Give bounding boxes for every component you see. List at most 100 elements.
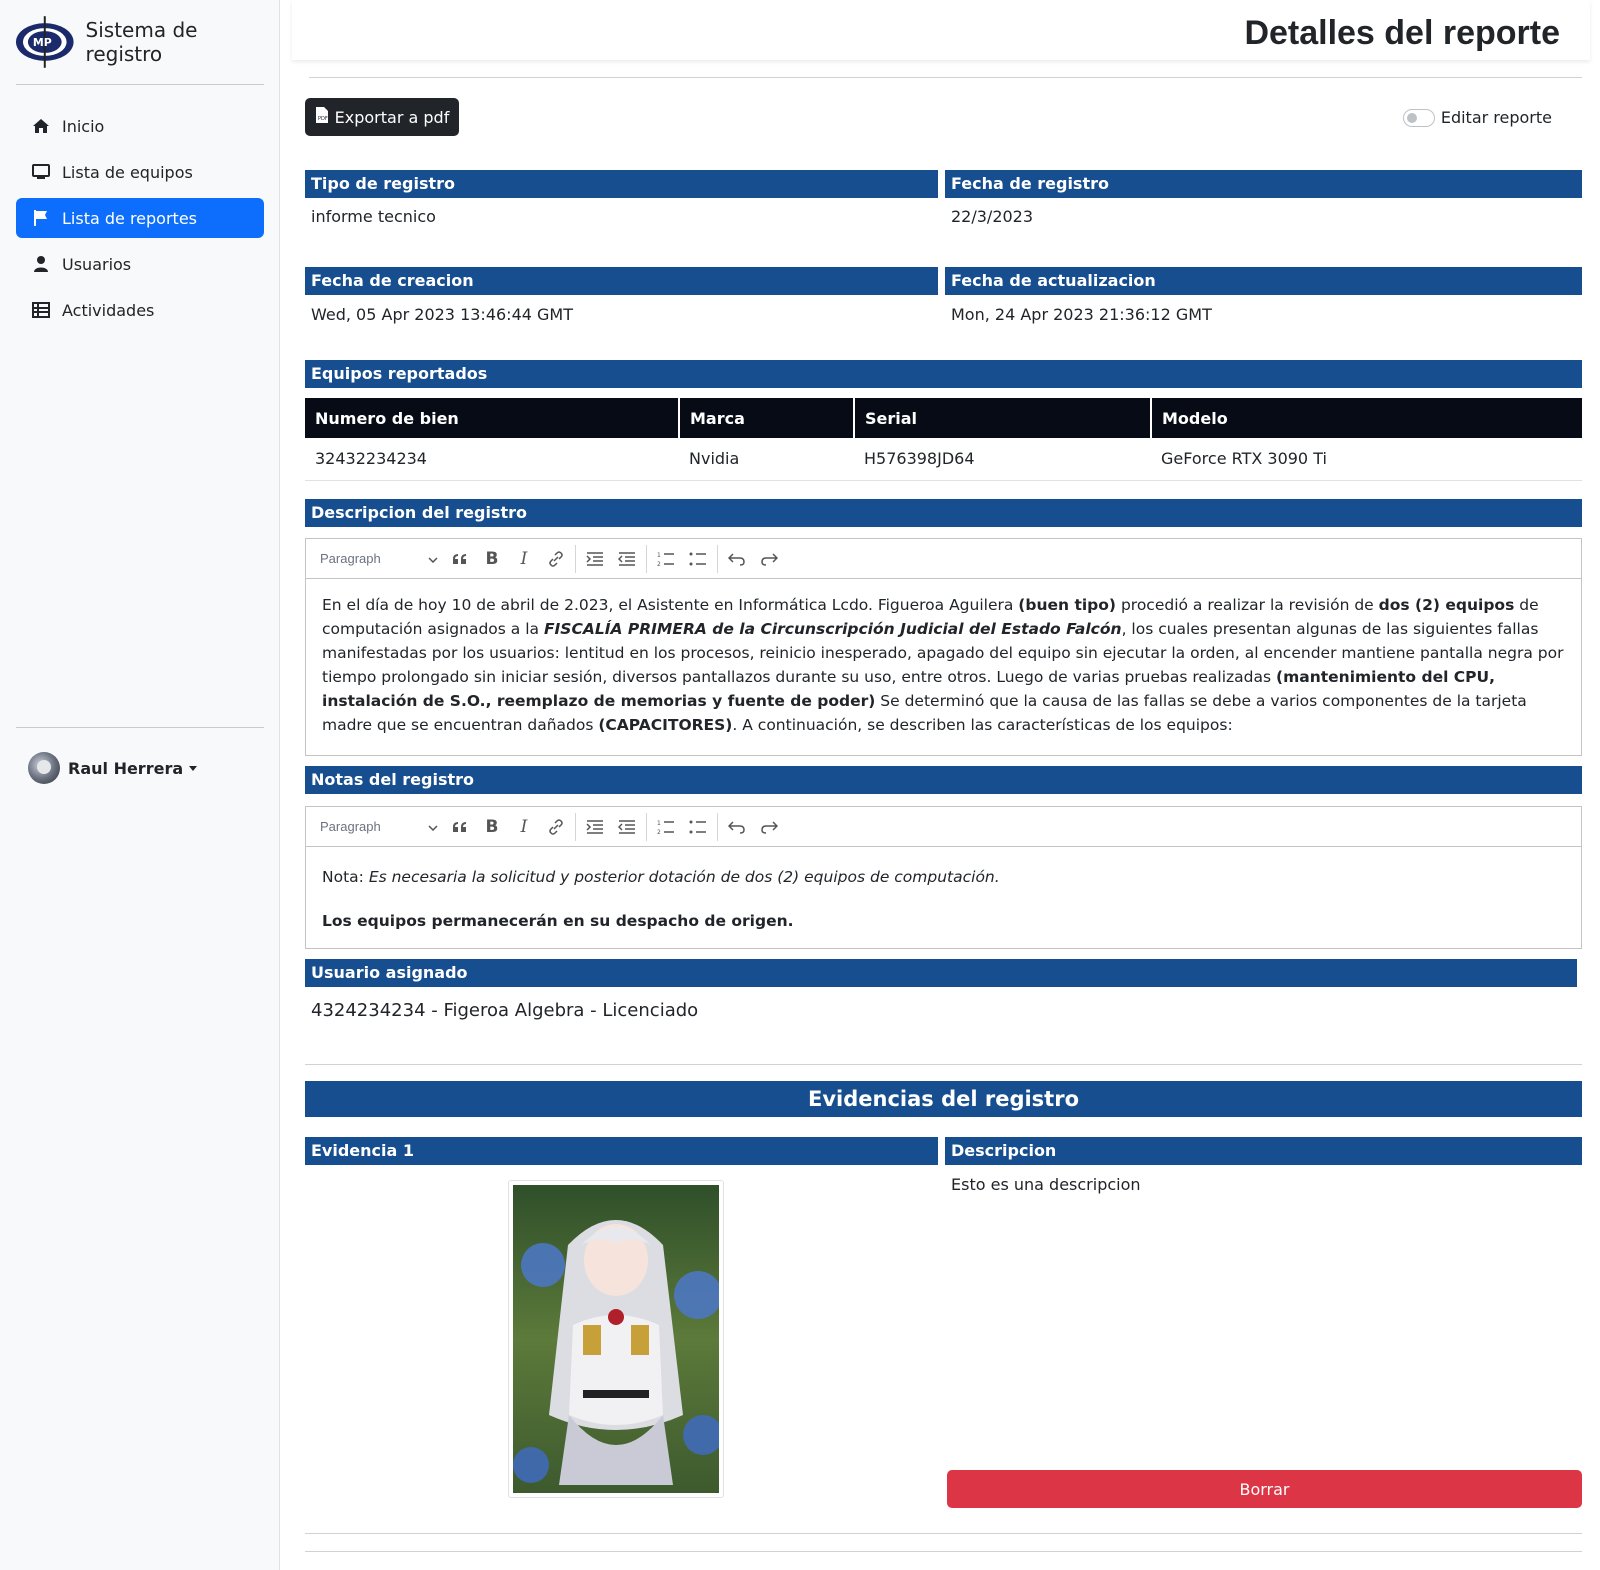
toolbar-separator bbox=[717, 812, 718, 841]
fecha-registro-value: 22/3/2023 bbox=[951, 207, 1034, 226]
notas-paragraph: Los equipos permanecerán en su despacho … bbox=[322, 909, 1565, 933]
table-header-row: Numero de bien Marca Serial Modelo bbox=[305, 398, 1582, 438]
evidence-image[interactable] bbox=[508, 1180, 724, 1498]
column-header: Modelo bbox=[1151, 398, 1582, 438]
sidebar: MP Sistema de registro Inicio Lista de e… bbox=[0, 0, 280, 1570]
avatar bbox=[28, 752, 60, 784]
paragraph-select[interactable]: Paragraph bbox=[320, 819, 444, 834]
italic-icon[interactable]: I bbox=[508, 812, 540, 842]
divider bbox=[305, 1064, 1582, 1065]
svg-text:2: 2 bbox=[657, 561, 661, 567]
bullet-list-icon[interactable] bbox=[682, 544, 714, 574]
redo-icon[interactable] bbox=[753, 544, 785, 574]
toolbar-separator bbox=[646, 544, 647, 573]
brand-logo-text: MP bbox=[33, 36, 52, 49]
column-header: Marca bbox=[679, 398, 855, 438]
editor-toolbar: Paragraph B I 12 bbox=[306, 539, 1581, 579]
usuario-value: 4324234234 - Figeroa Algebra - Licenciad… bbox=[311, 1000, 699, 1021]
usuario-header: Usuario asignado bbox=[305, 959, 1577, 987]
flag-icon bbox=[32, 209, 50, 227]
table-cell: 32432234234 bbox=[305, 438, 679, 481]
sidebar-divider bbox=[16, 727, 264, 728]
delete-evidence-button[interactable]: Borrar bbox=[947, 1470, 1582, 1508]
column-header: Serial bbox=[854, 398, 1152, 438]
tipo-registro-header: Tipo de registro bbox=[305, 170, 938, 198]
divider bbox=[305, 1533, 1582, 1534]
indent-icon[interactable] bbox=[579, 544, 611, 574]
bold-text: (buen tipo) bbox=[1018, 596, 1117, 614]
divider bbox=[305, 1551, 1582, 1552]
link-icon[interactable] bbox=[540, 812, 572, 842]
sidebar-item-usuarios[interactable]: Usuarios bbox=[16, 244, 264, 284]
chevron-down-icon bbox=[428, 551, 438, 566]
outdent-icon[interactable] bbox=[611, 544, 643, 574]
text-run: procedió a realizar la revisión de bbox=[1116, 596, 1379, 614]
toolbar-separator bbox=[575, 812, 576, 841]
export-pdf-label: Exportar a pdf bbox=[334, 107, 450, 127]
bold-icon[interactable]: B bbox=[476, 544, 508, 574]
descripcion-header: Descripcion del registro bbox=[305, 499, 1582, 527]
undo-icon[interactable] bbox=[721, 544, 753, 574]
equipos-table: Numero de bien Marca Serial Modelo 32432… bbox=[305, 398, 1582, 481]
bold-icon[interactable]: B bbox=[476, 812, 508, 842]
evidencia-descripcion-header: Descripcion bbox=[945, 1137, 1582, 1165]
outdent-icon[interactable] bbox=[611, 812, 643, 842]
brand[interactable]: MP Sistema de registro bbox=[14, 14, 279, 70]
table-cell: GeForce RTX 3090 Ti bbox=[1151, 438, 1582, 481]
toggle-switch[interactable] bbox=[1402, 108, 1435, 127]
brand-logo-icon: MP bbox=[15, 16, 74, 68]
sidebar-item-inicio[interactable]: Inicio bbox=[16, 106, 264, 146]
text-run: . A continuación, se describen las carac… bbox=[732, 716, 1233, 734]
bold-text: dos (2) equipos bbox=[1378, 596, 1515, 614]
redo-icon[interactable] bbox=[753, 812, 785, 842]
italic-text: Es necesaria la solicitud y posterior do… bbox=[368, 868, 1000, 886]
numbered-list-icon[interactable]: 12 bbox=[650, 544, 682, 574]
text-run: En el día de hoy 10 de abril de 2.023, e… bbox=[322, 596, 1019, 614]
descripcion-paragraph: En el día de hoy 10 de abril de 2.023, e… bbox=[322, 593, 1565, 737]
table-row: 32432234234 Nvidia H576398JD64 GeForce R… bbox=[305, 438, 1582, 481]
bold-text: (CAPACITORES) bbox=[598, 716, 733, 734]
sidebar-item-label: Actividades bbox=[62, 300, 155, 320]
tipo-registro-value: informe tecnico bbox=[311, 207, 436, 226]
notas-content[interactable]: Nota: Es necesaria la solicitud y poster… bbox=[306, 847, 1581, 947]
chevron-down-icon bbox=[428, 819, 438, 834]
table-icon bbox=[32, 301, 50, 319]
user-menu[interactable]: Raul Herrera bbox=[28, 752, 198, 784]
italic-icon[interactable]: I bbox=[508, 544, 540, 574]
fecha-creacion-value: Wed, 05 Apr 2023 13:46:44 GMT bbox=[311, 305, 573, 324]
link-icon[interactable] bbox=[540, 544, 572, 574]
fecha-creacion-header: Fecha de creacion bbox=[305, 267, 938, 295]
descripcion-editor[interactable]: Paragraph B I 12 En el día de hoy 10 de … bbox=[305, 538, 1582, 756]
sidebar-item-label: Lista de reportes bbox=[62, 208, 197, 228]
blockquote-icon[interactable] bbox=[444, 812, 476, 842]
column-header: Numero de bien bbox=[305, 398, 680, 438]
indent-icon[interactable] bbox=[579, 812, 611, 842]
bullet-list-icon[interactable] bbox=[682, 812, 714, 842]
edit-report-label: Editar reporte bbox=[1440, 108, 1552, 127]
paragraph-select-label: Paragraph bbox=[320, 819, 381, 834]
notas-paragraph: Nota: Es necesaria la solicitud y poster… bbox=[322, 865, 1565, 889]
sidebar-item-label: Usuarios bbox=[62, 254, 132, 274]
table-cell: Nvidia bbox=[679, 438, 854, 481]
undo-icon[interactable] bbox=[721, 812, 753, 842]
user-name: Raul Herrera bbox=[68, 758, 184, 778]
blockquote-icon[interactable] bbox=[444, 544, 476, 574]
main-content: Detalles del reporte PDF Exportar a pdf … bbox=[280, 0, 1600, 1570]
descripcion-content[interactable]: En el día de hoy 10 de abril de 2.023, e… bbox=[306, 579, 1581, 751]
sidebar-item-lista-reportes[interactable]: Lista de reportes bbox=[16, 198, 264, 238]
svg-text:2: 2 bbox=[657, 829, 661, 835]
bold-text: Los equipos permanecerán en su despacho … bbox=[322, 912, 794, 930]
paragraph-select[interactable]: Paragraph bbox=[320, 551, 444, 566]
notas-editor[interactable]: Paragraph B I 12 Nota: Es necesaria la s… bbox=[305, 806, 1582, 949]
sidebar-item-actividades[interactable]: Actividades bbox=[16, 290, 264, 330]
svg-text:1: 1 bbox=[657, 552, 661, 559]
divider bbox=[309, 77, 1582, 78]
numbered-list-icon[interactable]: 12 bbox=[650, 812, 682, 842]
sidebar-item-lista-equipos[interactable]: Lista de equipos bbox=[16, 152, 264, 192]
evidencia-descripcion-value: Esto es una descripcion bbox=[951, 1175, 1141, 1194]
edit-report-toggle[interactable]: Editar reporte bbox=[1402, 108, 1552, 127]
text-run: Nota: bbox=[322, 868, 369, 886]
sidebar-item-label: Inicio bbox=[62, 116, 105, 136]
user-icon bbox=[32, 255, 50, 273]
export-pdf-button[interactable]: PDF Exportar a pdf bbox=[305, 98, 459, 136]
